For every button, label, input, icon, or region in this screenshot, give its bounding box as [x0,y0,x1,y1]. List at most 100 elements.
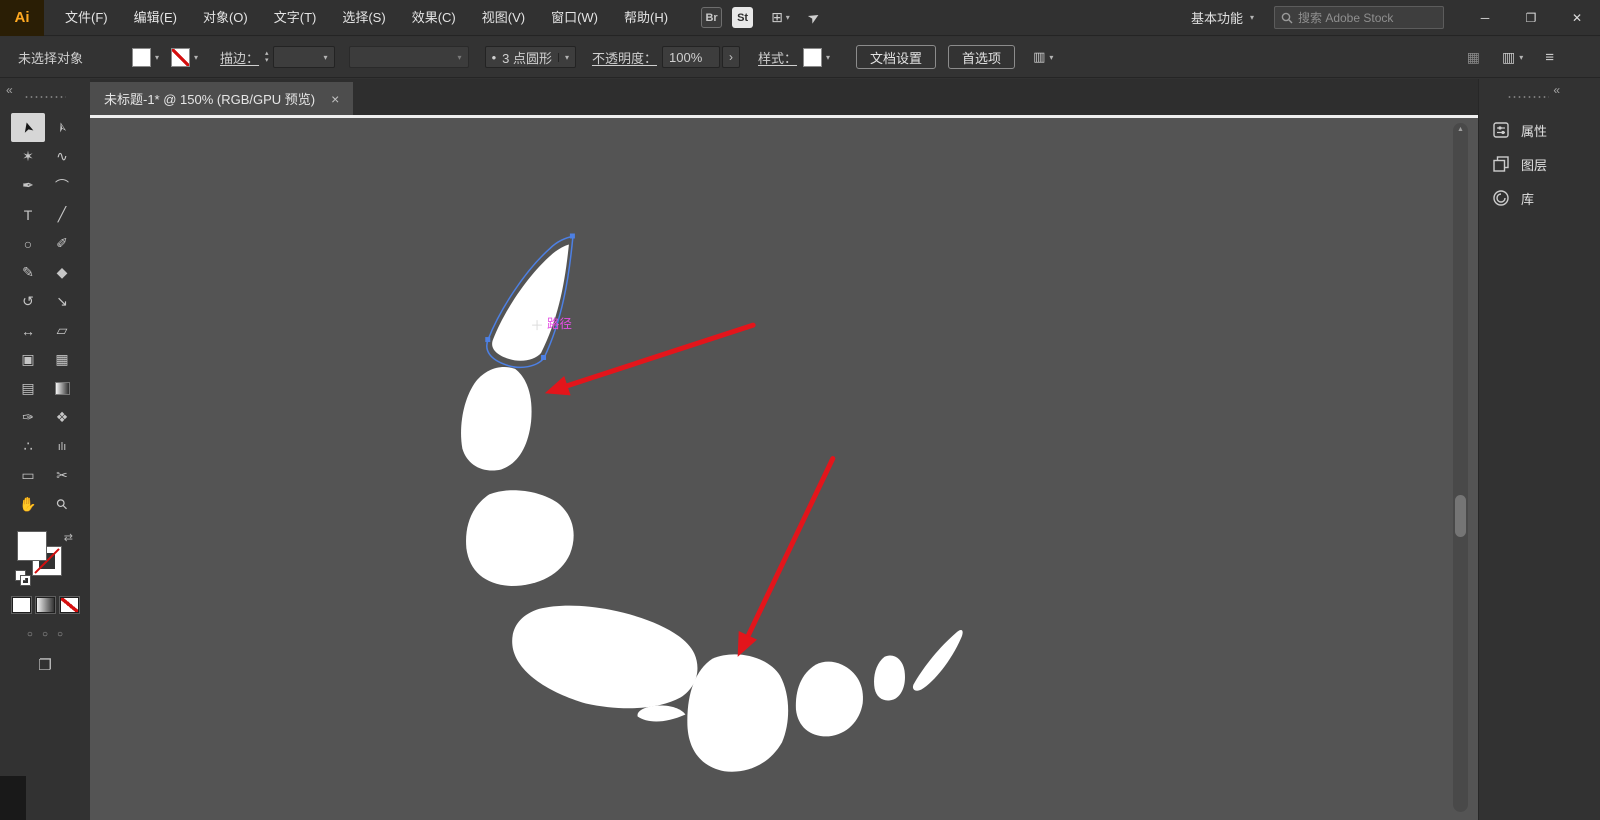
ellipse-tool[interactable]: ○ [11,229,45,258]
croissant-sliver[interactable] [637,706,685,722]
croissant-segment-selected[interactable] [492,244,569,360]
opacity-combo[interactable]: 100% [662,46,720,68]
panel-grip[interactable] [24,95,66,100]
tab-close-icon[interactable]: × [331,91,339,107]
stock-search-box[interactable] [1274,6,1444,29]
croissant-segment[interactable] [512,606,697,709]
croissant-segment[interactable] [466,490,574,586]
column-graph-tool[interactable]: ılı [45,432,79,461]
minimize-button[interactable]: ─ [1462,0,1508,36]
panel-grip[interactable] [1507,95,1549,100]
default-fill-stroke-icon[interactable] [16,571,30,585]
slice-tool[interactable]: ✂ [45,461,79,490]
selection-tool[interactable]: ➤ [11,113,45,142]
arrange-documents-icon[interactable]: ▦ [1467,49,1480,66]
croissant-segment[interactable] [796,662,863,737]
expand-panels-icon[interactable]: « [1553,83,1560,97]
fill-proxy-swatch[interactable] [18,532,46,560]
canvas[interactable]: 路径 ▲ [90,115,1478,820]
close-button[interactable]: ✕ [1554,0,1600,36]
croissant-segment[interactable] [461,367,532,470]
gradient-button[interactable] [36,597,55,613]
croissant-shapes[interactable] [461,244,963,771]
panel-menu-icon[interactable]: ≡ [1545,49,1554,66]
style-dropdown[interactable]: ▾ [803,48,830,67]
color-button[interactable] [12,597,31,613]
draw-inside-icon[interactable]: ○ [57,629,63,640]
gradient-tool[interactable] [45,374,79,403]
width-tool[interactable]: ↔ [11,316,45,345]
croissant-segment[interactable] [874,655,905,700]
collapse-panel-icon[interactable]: « [6,83,13,97]
style-label[interactable]: 样式： [758,48,797,67]
rotate-tool[interactable]: ↺ [11,287,45,316]
bridge-badge[interactable]: Br [701,7,722,28]
preferences-button[interactable]: 首选项 [948,45,1015,69]
anchor-point[interactable] [541,355,546,360]
scrollbar-thumb[interactable] [1455,495,1466,537]
menu-type[interactable]: 文字(T) [261,0,330,36]
opacity-label[interactable]: 不透明度： [592,48,657,67]
eraser-tool[interactable]: ◆ [45,258,79,287]
menu-file[interactable]: 文件(F) [52,0,121,36]
stroke-weight-combo[interactable]: ▾ [273,46,335,68]
magic-wand-tool[interactable]: ✶ [11,142,45,171]
hand-tool[interactable]: ✋ [11,490,45,519]
symbol-sprayer-tool[interactable]: ∴ [11,432,45,461]
menu-effect[interactable]: 效果(C) [399,0,469,36]
document-setup-button[interactable]: 文档设置 [856,45,936,69]
zoom-tool[interactable]: ⚲ [45,490,79,519]
workspace-switcher[interactable]: 基本功能 ▾ [1191,8,1254,27]
stroke-weight-stepper[interactable]: ▴ ▾ [265,50,269,64]
shape-builder-tool[interactable]: ▣ [11,345,45,374]
anchor-point[interactable] [485,337,490,342]
menu-object[interactable]: 对象(O) [190,0,261,36]
search-input[interactable] [1298,11,1437,25]
croissant-sliver[interactable] [913,630,963,691]
arrange-layout-button[interactable]: ⊞ ▾ [771,9,790,26]
brush-definition-combo[interactable]: • 3 点圆形 ▾ [485,46,576,68]
croissant-segment[interactable] [687,654,788,771]
free-transform-tool[interactable]: ▱ [45,316,79,345]
fill-color-dropdown[interactable]: ▾ [132,48,159,67]
draw-behind-icon[interactable]: ○ [42,629,48,640]
panel-tab-layers[interactable]: 图层 [1479,147,1600,181]
scroll-up-icon[interactable]: ▲ [1453,126,1468,133]
pen-tool[interactable]: ✒ [11,171,45,200]
restore-button[interactable]: ❐ [1508,0,1554,36]
lasso-tool[interactable]: ∿ [45,142,79,171]
artboard-tool[interactable]: ▭ [11,461,45,490]
blend-tool[interactable]: ❖ [45,403,79,432]
swap-fill-stroke-icon[interactable]: ⇄ [64,531,73,544]
anchor-point[interactable] [570,234,575,239]
curvature-tool[interactable]: ⌒ [45,171,79,200]
draw-normal-icon[interactable]: ○ [27,629,33,640]
menu-view[interactable]: 视图(V) [469,0,538,36]
stroke-color-dropdown[interactable]: ▾ [171,48,198,67]
line-segment-tool[interactable]: ╱ [45,200,79,229]
share-button[interactable]: ➤ [808,9,820,26]
menu-help[interactable]: 帮助(H) [611,0,681,36]
none-button[interactable] [60,597,79,613]
shaper-tool[interactable]: ✎ [11,258,45,287]
direct-selection-tool[interactable]: ➣ [45,113,79,142]
eyedropper-tool[interactable]: ✑ [11,403,45,432]
menu-select[interactable]: 选择(S) [329,0,398,36]
menu-edit[interactable]: 编辑(E) [121,0,190,36]
dock-layout-button[interactable]: ▥ ▾ [1502,49,1523,66]
stroke-weight-label[interactable]: 描边： [220,48,259,67]
menu-window[interactable]: 窗口(W) [538,0,611,36]
scale-tool[interactable]: ↘ [45,287,79,316]
touch-workspace-toggle[interactable]: ▥ ▾ [1033,49,1053,65]
paintbrush-tool[interactable]: ✐ [45,229,79,258]
stock-badge[interactable]: St [732,7,753,28]
perspective-grid-tool[interactable]: ▦ [45,345,79,374]
vertical-scrollbar[interactable]: ▲ [1453,123,1468,812]
mesh-tool[interactable]: ▤ [11,374,45,403]
type-tool[interactable]: T [11,200,45,229]
document-tab[interactable]: 未标题-1* @ 150% (RGB/GPU 预览) × [90,82,353,115]
panel-tab-libraries[interactable]: 库 [1479,181,1600,215]
opacity-flyout-button[interactable]: › [722,46,740,68]
panel-tab-properties[interactable]: 属性 [1479,113,1600,147]
screen-mode-button[interactable]: ❐ [0,656,90,674]
